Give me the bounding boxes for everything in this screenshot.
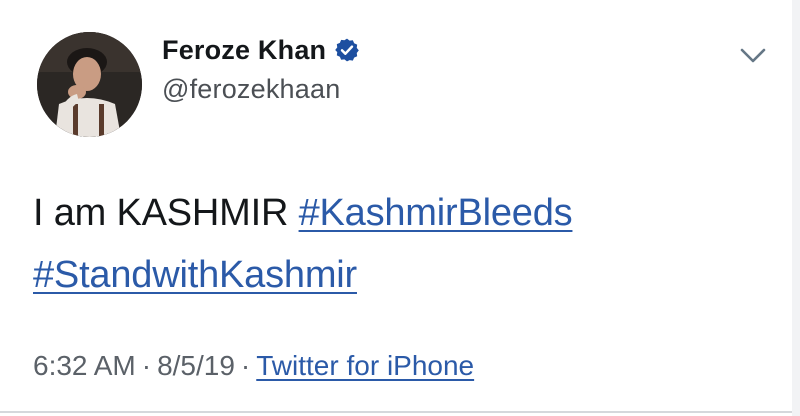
meta-separator: · — [240, 350, 251, 381]
hashtag-link-standwithkashmir[interactable]: #StandwithKashmir — [33, 254, 357, 296]
source-link[interactable]: Twitter for iPhone — [256, 350, 474, 381]
author-block: Feroze Khan @ferozekhaan — [162, 30, 360, 105]
avatar[interactable] — [37, 32, 142, 137]
tweet-body-text: I am KASHMIR — [33, 192, 289, 234]
more-options-button[interactable] — [736, 42, 770, 68]
avatar-image — [37, 32, 142, 137]
name-row: Feroze Khan — [162, 30, 360, 70]
tweet-date[interactable]: 8/5/19 — [157, 350, 235, 381]
chevron-down-icon — [740, 48, 766, 63]
verified-badge-icon — [334, 37, 360, 63]
hashtag-link-kashmirbleeds[interactable]: #KashmirBleeds — [299, 192, 573, 234]
tweet-meta: 6:32 AM · 8/5/19 · Twitter for iPhone — [33, 350, 474, 382]
tweet-text: I am KASHMIR #KashmirBleeds #StandwithKa… — [33, 182, 773, 306]
tweet-time[interactable]: 6:32 AM — [33, 350, 136, 381]
display-name[interactable]: Feroze Khan — [162, 35, 326, 66]
tweet-card: Feroze Khan @ferozekhaan I am KASHMIR #K… — [0, 0, 800, 416]
meta-separator: · — [141, 350, 152, 381]
divider — [0, 411, 800, 413]
handle[interactable]: @ferozekhaan — [162, 74, 360, 105]
scrollbar-track — [792, 0, 800, 416]
